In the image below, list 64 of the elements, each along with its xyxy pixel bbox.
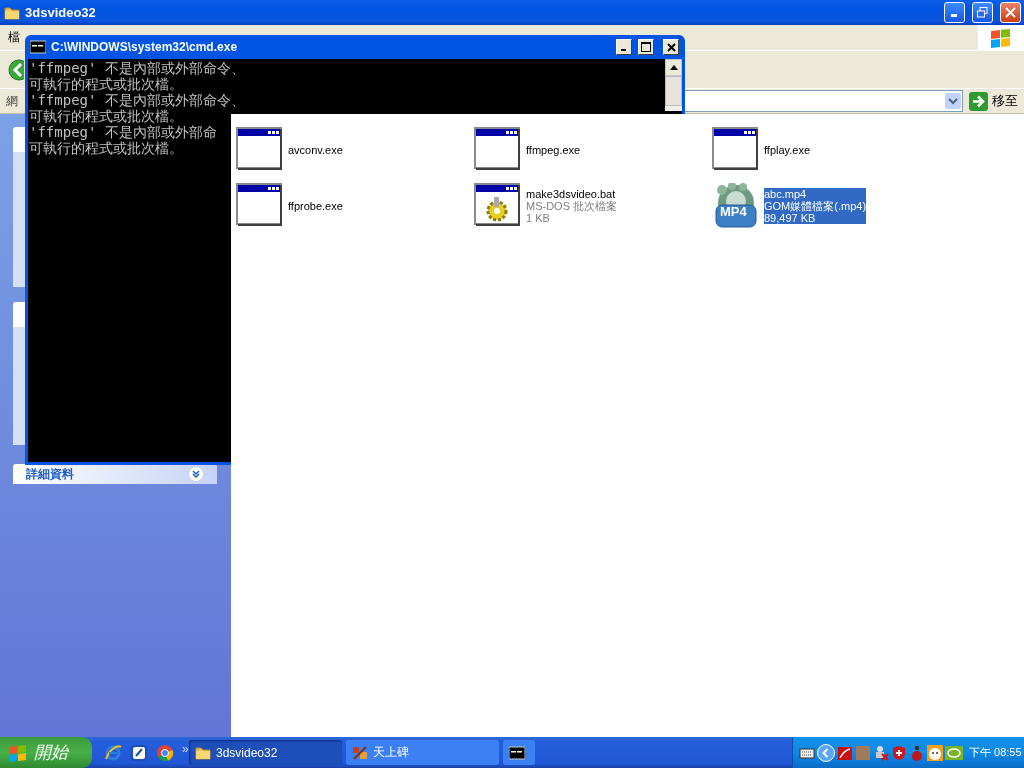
batch-file-gear-icon bbox=[474, 183, 522, 229]
more-chevron[interactable]: » bbox=[182, 741, 189, 756]
file-name[interactable]: make3dsvideo.bat bbox=[526, 188, 618, 200]
chrome-icon[interactable] bbox=[156, 743, 174, 762]
network-user-icon[interactable] bbox=[873, 744, 889, 761]
file-name[interactable]: ffprobe.exe bbox=[288, 200, 343, 212]
scroll-thumb[interactable] bbox=[665, 76, 682, 106]
folder-icon bbox=[4, 4, 20, 21]
file-name[interactable]: abc.mp4 bbox=[764, 188, 867, 200]
scroll-up-icon[interactable] bbox=[669, 65, 678, 70]
maximize-icon bbox=[641, 42, 651, 52]
chevron-left-icon[interactable] bbox=[817, 743, 835, 762]
close-icon bbox=[666, 42, 676, 52]
taskbar-button[interactable]: 天上碑 bbox=[346, 740, 499, 765]
document-icon[interactable] bbox=[130, 743, 148, 762]
restore-button[interactable] bbox=[972, 2, 993, 23]
console-line: 可執行的程式或批次檔。 bbox=[29, 108, 183, 124]
file-name[interactable]: ffmpeg.exe bbox=[526, 144, 581, 156]
browser-icon[interactable] bbox=[104, 743, 122, 762]
close-icon bbox=[1005, 7, 1016, 18]
go-button[interactable]: 移至 bbox=[967, 91, 1024, 111]
file-type: GOM媒體檔案(.mp4) bbox=[764, 200, 867, 212]
console-line: 可執行的程式或批次檔。 bbox=[29, 140, 183, 156]
back-icon[interactable] bbox=[8, 58, 24, 81]
minimize-button[interactable] bbox=[616, 39, 632, 55]
bottle-icon[interactable] bbox=[909, 744, 925, 761]
program-window-icon bbox=[236, 127, 284, 173]
taskbar-button[interactable] bbox=[503, 740, 535, 765]
details-title: 詳細資料 bbox=[26, 465, 74, 483]
expand-icon[interactable] bbox=[188, 466, 204, 482]
windows-logo-icon bbox=[990, 27, 1012, 48]
details-panel-header[interactable]: 詳細資料 bbox=[13, 464, 217, 484]
maximize-button[interactable] bbox=[638, 39, 654, 55]
file-type-label: MP4 bbox=[720, 205, 747, 219]
console-icon bbox=[30, 39, 46, 55]
console-icon bbox=[509, 744, 525, 761]
clock: 下午 08:55 bbox=[969, 745, 1022, 760]
file-size: 1 KB bbox=[526, 212, 551, 224]
media-file-icon bbox=[712, 183, 760, 229]
file-name[interactable]: avconv.exe bbox=[288, 144, 343, 156]
menu-item[interactable]: 檔 bbox=[8, 29, 20, 46]
close-button[interactable] bbox=[663, 39, 679, 55]
file-type: MS-DOS 批次檔案 bbox=[526, 200, 618, 212]
smiley-icon[interactable] bbox=[927, 744, 943, 761]
restore-icon bbox=[977, 7, 988, 18]
scrollbar[interactable] bbox=[665, 59, 682, 111]
folder-icon bbox=[195, 744, 211, 761]
console-line: 'ffmpeg' 不是內部或外部命令、 bbox=[29, 60, 245, 76]
shield-icon[interactable] bbox=[891, 744, 907, 761]
window-title: 3dsvideo32 bbox=[25, 5, 97, 20]
console-line: 'ffmpeg' 不是內部或外部命令、 bbox=[29, 92, 245, 108]
keyboard-icon[interactable] bbox=[799, 745, 815, 760]
file-size: 89,497 KB bbox=[764, 212, 867, 224]
program-window-icon bbox=[474, 127, 522, 173]
program-window-icon bbox=[712, 127, 760, 173]
console-line: 可執行的程式或批次檔。 bbox=[29, 76, 183, 92]
dropdown-icon bbox=[945, 93, 961, 109]
console-line: 'ffmpeg' 不是內部或外部命 bbox=[29, 124, 217, 140]
arrow-right-icon bbox=[969, 91, 988, 111]
windows-logo-icon bbox=[8, 743, 28, 762]
program-window-icon bbox=[236, 183, 284, 229]
window-title: C:\WINDOWS\system32\cmd.exe bbox=[51, 40, 239, 54]
taskbar-button[interactable]: 3dsvideo32 bbox=[189, 740, 342, 765]
file-name[interactable]: ffplay.exe bbox=[764, 144, 811, 156]
